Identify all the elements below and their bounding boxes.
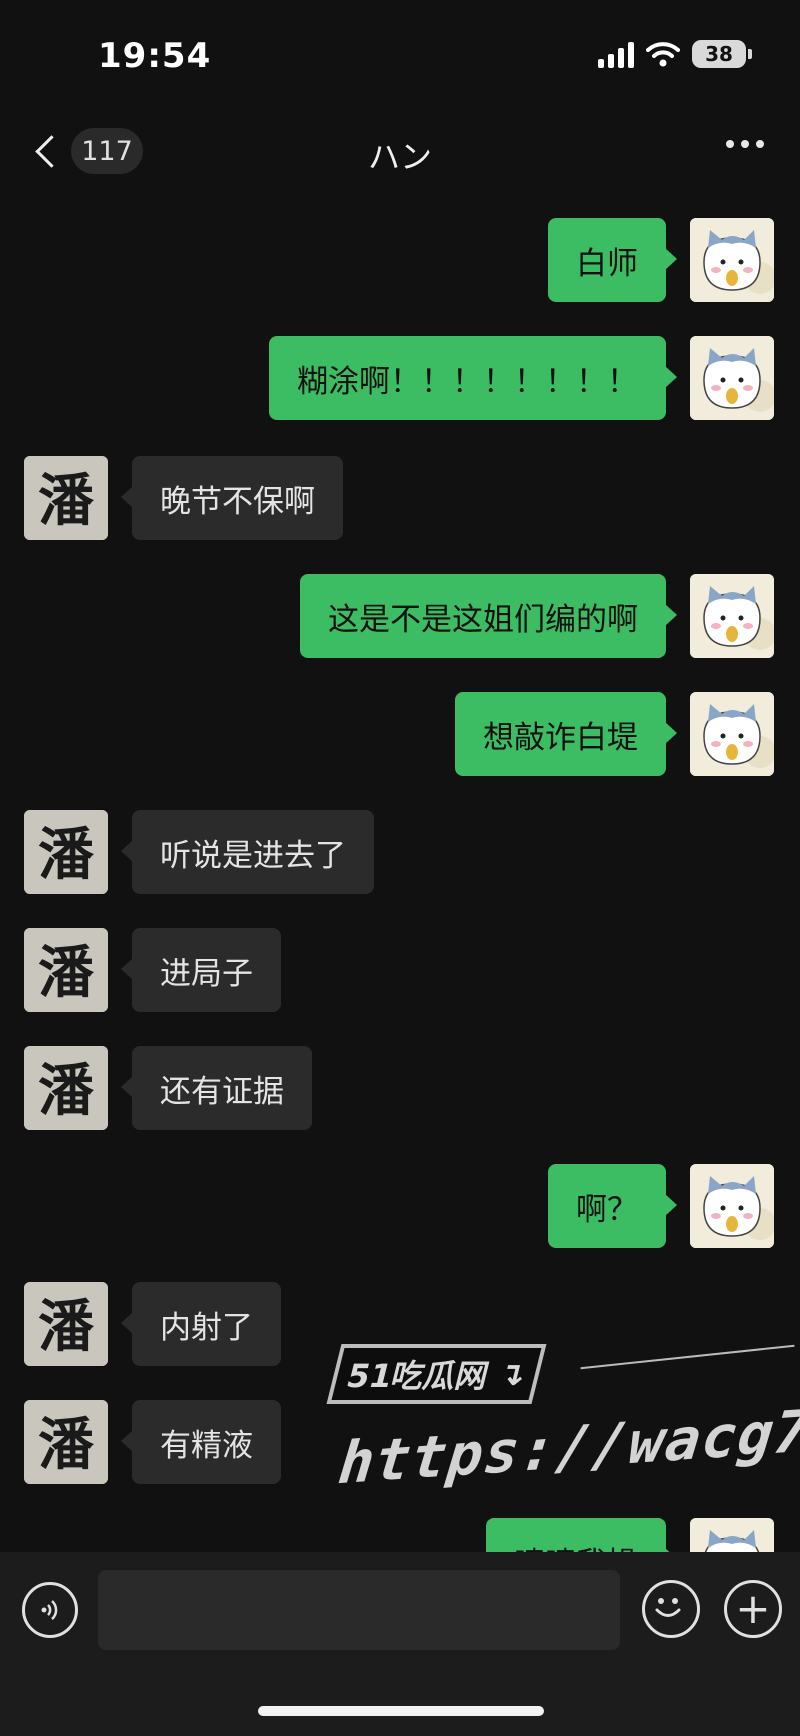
message-bubble[interactable]: 内射了 xyxy=(121,1282,281,1366)
message-bubble[interactable]: 白师 xyxy=(548,218,677,302)
contact-avatar[interactable]: 潘 xyxy=(24,1400,108,1484)
message-bubble[interactable]: 这是不是这姐们编的啊 xyxy=(300,574,677,658)
message-incoming: 潘 听说是进去了 xyxy=(24,810,374,894)
svg-text:潘: 潘 xyxy=(38,1412,95,1478)
voice-input-button[interactable] xyxy=(22,1582,78,1638)
contact-avatar-icon: 潘 xyxy=(24,456,108,540)
message-bubble[interactable]: 糊涂啊！！！！！！！！ xyxy=(269,336,677,420)
my-avatar[interactable] xyxy=(690,218,774,302)
my-avatar[interactable] xyxy=(690,692,774,776)
my-avatar[interactable] xyxy=(690,1164,774,1248)
message-incoming: 潘 进局子 xyxy=(24,928,281,1012)
contact-avatar[interactable]: 潘 xyxy=(24,1282,108,1366)
message-outgoing: 想敲诈白堤 xyxy=(455,692,774,776)
message-bubble[interactable]: 想敲诈白堤 xyxy=(455,692,677,776)
plus-icon: + xyxy=(735,1584,771,1633)
cat-avatar-icon xyxy=(690,1518,774,1552)
cat-avatar-icon xyxy=(690,692,774,776)
message-bubble[interactable]: 啊？ xyxy=(548,1164,677,1248)
message-outgoing: 啊？ xyxy=(548,1164,774,1248)
message-list[interactable]: 白师 糊涂啊！！！！！！！！ 潘 晚节不保啊 这是不是这姐们编的啊 想敲诈白堤 … xyxy=(0,200,800,1552)
cat-avatar-icon xyxy=(690,218,774,302)
input-bar: + xyxy=(0,1552,800,1736)
cat-avatar-icon xyxy=(690,1164,774,1248)
message-bubble[interactable]: 进局子 xyxy=(121,928,281,1012)
svg-text:潘: 潘 xyxy=(38,822,95,888)
wifi-icon xyxy=(646,42,680,67)
svg-text:潘: 潘 xyxy=(38,940,95,1006)
chat-title: ハン xyxy=(367,138,432,176)
message-bubble[interactable]: 听说是进去了 xyxy=(121,810,374,894)
chat-header: 117 ハン xyxy=(0,110,800,200)
battery-icon: 38 xyxy=(692,40,752,68)
svg-text:潘: 潘 xyxy=(38,1058,95,1124)
cat-avatar-icon xyxy=(690,336,774,420)
message-bubble[interactable]: 有精液 xyxy=(121,1400,281,1484)
message-outgoing: 糊涂啊！！！！！！！！ xyxy=(269,336,774,420)
emoji-button[interactable] xyxy=(642,1580,700,1638)
message-bubble[interactable]: 晚节不保啊 xyxy=(121,456,343,540)
battery-level: 38 xyxy=(692,40,746,68)
message-bubble[interactable]: 啧啧我操 xyxy=(486,1518,677,1552)
message-incoming: 潘 还有证据 xyxy=(24,1046,312,1130)
contact-avatar-icon: 潘 xyxy=(24,810,108,894)
home-indicator xyxy=(258,1706,544,1716)
contact-avatar-icon: 潘 xyxy=(24,1400,108,1484)
contact-avatar[interactable]: 潘 xyxy=(24,928,108,1012)
more-dots-icon xyxy=(726,140,734,148)
my-avatar[interactable] xyxy=(690,1518,774,1552)
message-outgoing: 白师 xyxy=(548,218,774,302)
my-avatar[interactable] xyxy=(690,574,774,658)
status-bar: 19:54 38 xyxy=(0,0,800,110)
message-outgoing: 啧啧我操 xyxy=(486,1518,774,1552)
contact-avatar[interactable]: 潘 xyxy=(24,810,108,894)
smiley-icon xyxy=(655,1598,681,1617)
contact-avatar-icon: 潘 xyxy=(24,1046,108,1130)
message-incoming: 潘 晚节不保啊 xyxy=(24,456,343,540)
more-options-button[interactable] xyxy=(726,140,764,148)
message-bubble[interactable]: 还有证据 xyxy=(121,1046,312,1130)
status-icons: 38 xyxy=(598,40,752,68)
message-outgoing: 这是不是这姐们编的啊 xyxy=(300,574,774,658)
contact-avatar-icon: 潘 xyxy=(24,1282,108,1366)
contact-avatar-icon: 潘 xyxy=(24,928,108,1012)
svg-text:潘: 潘 xyxy=(38,1294,95,1360)
contact-avatar[interactable]: 潘 xyxy=(24,456,108,540)
message-incoming: 潘 有精液 xyxy=(24,1400,281,1484)
contact-avatar[interactable]: 潘 xyxy=(24,1046,108,1130)
svg-text:潘: 潘 xyxy=(38,468,95,534)
cat-avatar-icon xyxy=(690,574,774,658)
add-attachment-button[interactable]: + xyxy=(724,1580,782,1638)
my-avatar[interactable] xyxy=(690,336,774,420)
voice-icon xyxy=(41,1600,58,1620)
message-incoming: 潘 内射了 xyxy=(24,1282,281,1366)
message-input[interactable] xyxy=(98,1570,620,1650)
cellular-signal-icon xyxy=(598,40,634,68)
status-time: 19:54 xyxy=(98,36,212,76)
